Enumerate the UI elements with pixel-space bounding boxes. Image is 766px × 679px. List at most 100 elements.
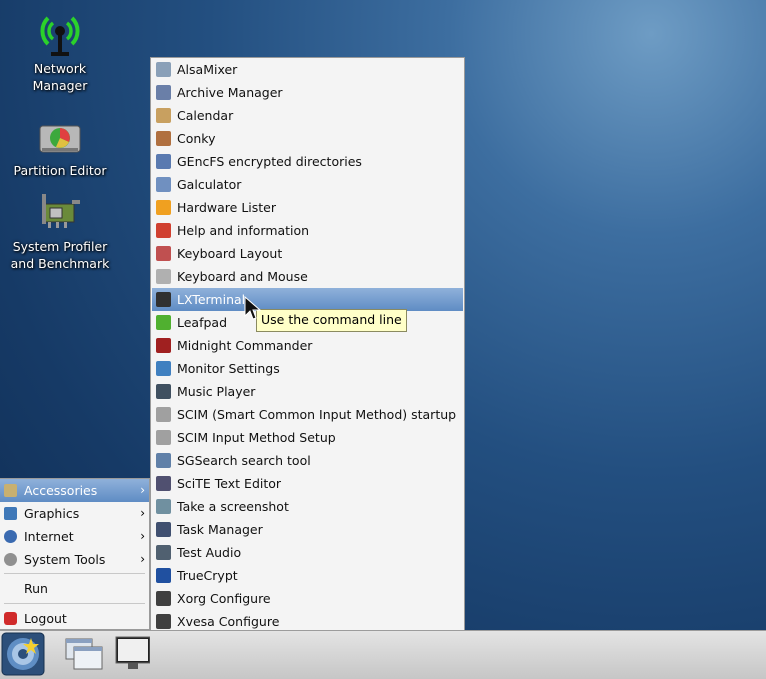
monitor-icon [156,361,171,376]
submenu-item-test-audio[interactable]: Test Audio [152,541,463,564]
conky-icon [156,131,171,146]
truecrypt-icon [156,568,171,583]
mouse-cursor-icon [244,296,262,320]
submenu-item-keyboard-layout[interactable]: Keyboard Layout [152,242,463,265]
submenu-item-sgsearch-search-tool[interactable]: SGSearch search tool [152,449,463,472]
xvesa-icon [156,614,171,629]
audio-icon [156,545,171,560]
submenu-item-label: Test Audio [177,545,242,560]
submenu-item-label: Keyboard Layout [177,246,283,261]
accessories-submenu: AlsaMixer Archive Manager Calendar Conky GEn… [150,57,465,678]
chevron-right-icon: › [140,483,145,497]
submenu-item-music-player[interactable]: Music Player [152,380,463,403]
speaker-icon [156,62,171,77]
menu-item-label: System Tools [24,552,106,567]
leafpad-icon [156,315,171,330]
desktop-icon-label: Partition Editor [13,163,107,178]
submenu-item-lxterminal[interactable]: LXTerminal [152,288,463,311]
submenu-item-label: SCIM Input Method Setup [177,430,336,445]
graphics-icon [4,507,17,520]
music-icon [156,384,171,399]
desktop-icon-system-profiler[interactable]: System Profiler and Benchmark [5,188,115,272]
submenu-item-label: Galculator [177,177,242,192]
menu-item-accessories[interactable]: Accessories › [0,479,149,502]
submenu-item-truecrypt[interactable]: TrueCrypt [152,564,463,587]
desktop-icon-partition-editor[interactable]: Partition Editor [5,112,115,179]
submenu-item-label: Help and information [177,223,310,238]
submenu-item-label: Keyboard and Mouse [177,269,308,284]
submenu-item-midnight-commander[interactable]: Midnight Commander [152,334,463,357]
submenu-item-label: SciTE Text Editor [177,476,282,491]
submenu-item-task-manager[interactable]: Task Manager [152,518,463,541]
calculator-icon [156,177,171,192]
menu-item-run[interactable]: Run [0,577,149,600]
accessories-icon [4,484,17,497]
start-menu-icon[interactable] [1,632,45,676]
terminal-icon [156,292,171,307]
submenu-item-calendar[interactable]: Calendar [152,104,463,127]
menu-item-graphics[interactable]: Graphics › [0,502,149,525]
desktop-icon-label: Network [33,61,87,76]
menu-item-internet[interactable]: Internet › [0,525,149,548]
submenu-item-label: GEncFS encrypted directories [177,154,362,169]
submenu-item-label: Calendar [177,108,234,123]
submenu-item-galculator[interactable]: Galculator [152,173,463,196]
menu-item-label: Internet [24,529,74,544]
logout-icon [4,612,17,625]
desktop-icon-network-manager[interactable]: Network Manager [5,10,115,94]
submenu-item-label: Xorg Configure [177,591,271,606]
scite-icon [156,476,171,491]
submenu-item-label: Leafpad [177,315,228,330]
menu-separator [4,573,145,574]
submenu-item-label: Monitor Settings [177,361,280,376]
show-desktop-icon[interactable] [62,635,106,673]
submenu-item-label: Xvesa Configure [177,614,280,629]
search-tool-icon [156,453,171,468]
help-icon [156,223,171,238]
submenu-item-label: SCIM (Smart Common Input Method) startup [177,407,457,422]
submenu-item-xorg-configure[interactable]: Xorg Configure [152,587,463,610]
submenu-item-label: Music Player [177,384,256,399]
chevron-right-icon: › [140,552,145,566]
submenu-item-alsamixer[interactable]: AlsaMixer [152,58,463,81]
submenu-item-help-and-information[interactable]: Help and information [152,219,463,242]
submenu-item-hardware-lister[interactable]: Hardware Lister [152,196,463,219]
submenu-item-conky[interactable]: Conky [152,127,463,150]
submenu-item-label: SGSearch search tool [177,453,311,468]
archive-icon [156,85,171,100]
scim-setup-icon [156,430,171,445]
gencfs-icon [156,154,171,169]
system-profiler-icon [42,194,80,228]
submenu-item-archive-manager[interactable]: Archive Manager [152,81,463,104]
submenu-item-monitor-settings[interactable]: Monitor Settings [152,357,463,380]
xorg-icon [156,591,171,606]
hardware-icon [156,200,171,215]
internet-icon [4,530,17,543]
desktop-icon-label: Manager [32,78,88,93]
mc-icon [156,338,171,353]
network-manager-icon [40,16,80,56]
desktop-icon-label: System Profiler [12,239,108,254]
keyboard-layout-icon [156,246,171,261]
menu-item-logout[interactable]: Logout [0,607,149,630]
submenu-item-scite-text-editor[interactable]: SciTE Text Editor [152,472,463,495]
submenu-item-label: Conky [177,131,216,146]
menu-item-system-tools[interactable]: System Tools › [0,548,149,571]
keyboard-mouse-icon [156,269,171,284]
menu-item-label: Run [24,581,48,596]
calendar-icon [156,108,171,123]
task-manager-icon [156,522,171,537]
submenu-item-scim-smart-common-input-method-startup[interactable]: SCIM (Smart Common Input Method) startup [152,403,463,426]
chevron-right-icon: › [140,529,145,543]
terminal-launcher-icon[interactable] [114,635,150,673]
submenu-item-take-a-screenshot[interactable]: Take a screenshot [152,495,463,518]
submenu-item-label: Archive Manager [177,85,283,100]
screenshot-icon [156,499,171,514]
menu-item-label: Logout [24,611,67,626]
tooltip: Use the command line [256,309,407,332]
submenu-item-keyboard-and-mouse[interactable]: Keyboard and Mouse [152,265,463,288]
submenu-item-gencfs-encrypted-directories[interactable]: GEncFS encrypted directories [152,150,463,173]
submenu-item-label: Task Manager [177,522,263,537]
menu-separator [4,603,145,604]
submenu-item-scim-input-method-setup[interactable]: SCIM Input Method Setup [152,426,463,449]
